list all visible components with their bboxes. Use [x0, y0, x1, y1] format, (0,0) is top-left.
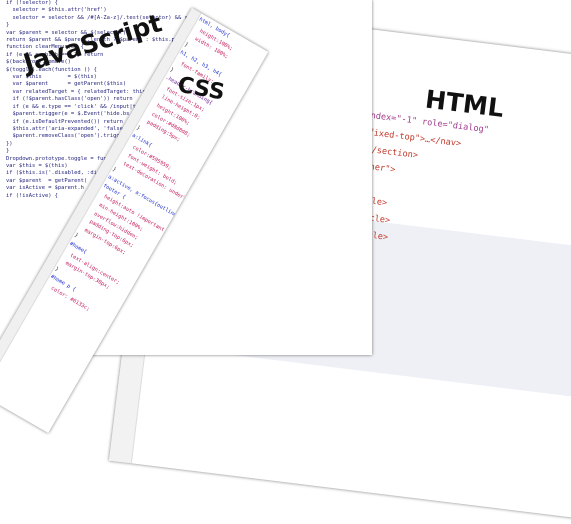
- code-line: selector = selector && /#[A-Za-z]/.test(…: [6, 14, 191, 21]
- code-line: selector = $this.attr('href'): [6, 7, 107, 14]
- code-line: if (!selector) {: [6, 0, 58, 6]
